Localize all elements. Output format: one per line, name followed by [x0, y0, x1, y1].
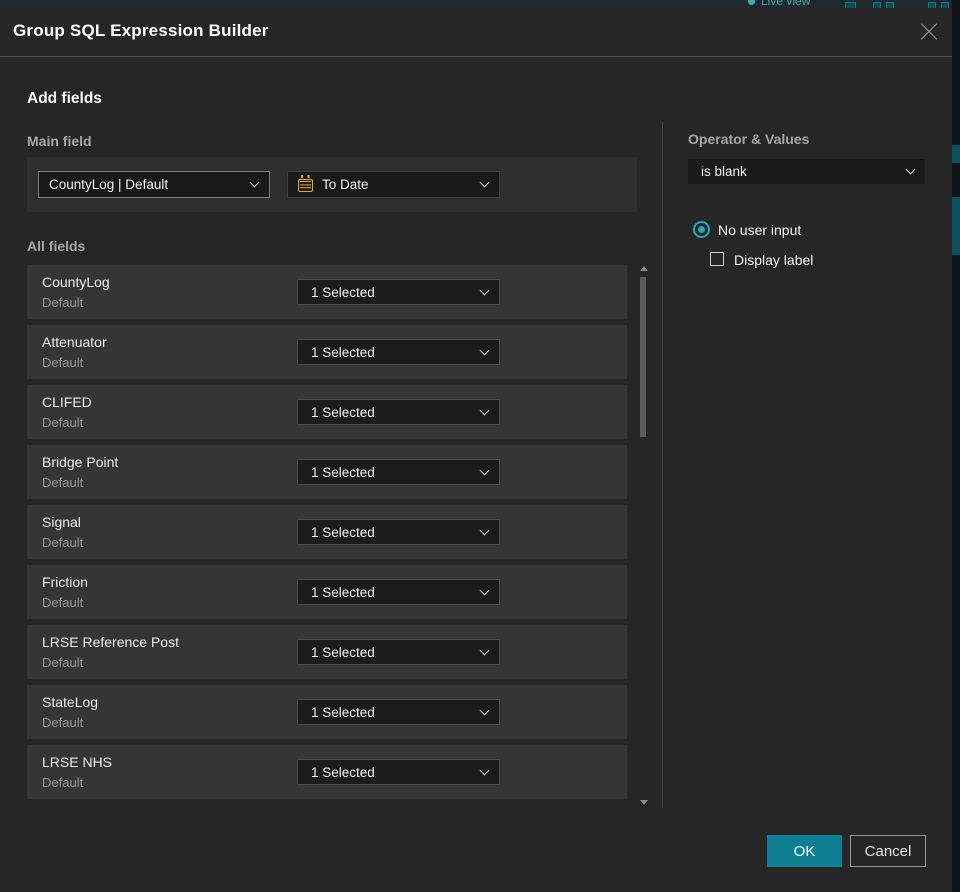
checkbox-icon — [710, 252, 724, 266]
close-button[interactable] — [919, 22, 939, 42]
field-subtitle: Default — [42, 535, 84, 550]
dialog-title-bar: Group SQL Expression Builder — [0, 8, 952, 57]
field-selection-dropdown[interactable]: 1 Selected — [297, 399, 500, 425]
close-icon — [919, 22, 939, 42]
dropdown-value: 1 Selected — [311, 404, 375, 420]
chevron-down-icon — [479, 465, 490, 475]
field-selection-dropdown[interactable]: 1 Selected — [297, 339, 500, 365]
field-row: Signal Default 1 Selected — [27, 505, 627, 559]
field-name: CLIFED — [42, 394, 92, 410]
live-view-label: Live view — [761, 0, 811, 8]
field-row: Friction Default 1 Selected — [27, 565, 627, 619]
chevron-down-icon — [249, 177, 260, 188]
field-row: CLIFED Default 1 Selected — [27, 385, 627, 439]
display-label-label: Display label — [734, 252, 814, 268]
field-selection-dropdown[interactable]: 1 Selected — [297, 759, 500, 785]
field-selection-dropdown[interactable]: 1 Selected — [297, 639, 500, 665]
cancel-button[interactable]: Cancel — [850, 835, 926, 867]
field-selection-dropdown[interactable]: 1 Selected — [297, 579, 500, 605]
field-selection-dropdown[interactable]: 1 Selected — [297, 279, 500, 305]
dropdown-value: 1 Selected — [311, 764, 375, 780]
dropdown-value: is blank — [701, 164, 747, 179]
field-subtitle: Default — [42, 475, 84, 490]
all-fields-list: CountyLog Default 1 Selected Attenuator … — [27, 265, 627, 805]
background-app-sliver — [952, 0, 960, 892]
operator-values-label: Operator & Values — [688, 131, 810, 147]
background-app-strip: Live view — [0, 0, 960, 8]
field-name: StateLog — [42, 694, 99, 710]
chevron-down-icon — [479, 705, 490, 715]
ok-button[interactable]: OK — [767, 835, 842, 867]
radio-selected-icon — [693, 221, 710, 238]
field-subtitle: Default — [42, 775, 84, 790]
field-subtitle: Default — [42, 715, 84, 730]
panel-divider — [662, 122, 663, 808]
calendar-icon — [298, 175, 313, 192]
dropdown-value: 1 Selected — [311, 584, 375, 600]
field-subtitle: Default — [42, 415, 84, 430]
field-row: CountyLog Default 1 Selected — [27, 265, 627, 319]
dialog-title: Group SQL Expression Builder — [13, 21, 269, 40]
chevron-down-icon — [479, 645, 490, 655]
chevron-down-icon — [479, 345, 490, 355]
live-indicator-icon — [748, 0, 755, 6]
field-name: Signal — [42, 514, 81, 530]
scrollbar — [638, 263, 650, 808]
chevron-down-icon — [479, 765, 490, 775]
operator-dropdown[interactable]: is blank — [687, 158, 926, 185]
chevron-down-icon — [479, 525, 490, 535]
all-fields-label: All fields — [27, 238, 86, 254]
field-name: Bridge Point — [42, 454, 119, 470]
dropdown-value: CountyLog | Default — [49, 177, 169, 192]
chevron-down-icon — [479, 177, 490, 188]
field-name: Attenuator — [42, 334, 107, 350]
main-field-container: CountyLog | Default To Date — [27, 157, 637, 212]
main-field-dropdown[interactable]: CountyLog | Default — [38, 171, 270, 198]
group-sql-expression-builder-dialog: Group SQL Expression Builder Add fields … — [0, 8, 952, 892]
chevron-down-icon — [479, 285, 490, 295]
chevron-down-icon — [905, 164, 916, 175]
field-name: CountyLog — [42, 274, 110, 290]
field-row: LRSE NHS Default 1 Selected — [27, 745, 627, 799]
live-view-toggle: Live view — [748, 0, 810, 8]
field-subtitle: Default — [42, 595, 84, 610]
dropdown-value: 1 Selected — [311, 524, 375, 540]
field-subtitle: Default — [42, 355, 84, 370]
dropdown-value: 1 Selected — [311, 344, 375, 360]
field-row: Attenuator Default 1 Selected — [27, 325, 627, 379]
background-fragment — [952, 145, 960, 163]
chevron-down-icon — [479, 405, 490, 415]
date-field-dropdown[interactable]: To Date — [287, 171, 500, 198]
field-name: Friction — [42, 574, 88, 590]
dropdown-value: 1 Selected — [311, 704, 375, 720]
field-selection-dropdown[interactable]: 1 Selected — [297, 519, 500, 545]
field-selection-dropdown[interactable]: 1 Selected — [297, 459, 500, 485]
add-fields-heading: Add fields — [27, 90, 102, 107]
field-row: LRSE Reference Post Default 1 Selected — [27, 625, 627, 679]
main-field-label: Main field — [27, 133, 92, 149]
field-name: LRSE NHS — [42, 754, 113, 770]
scrollbar-thumb[interactable] — [640, 277, 646, 437]
field-subtitle: Default — [42, 655, 84, 670]
chevron-down-icon — [479, 585, 490, 595]
dropdown-value: 1 Selected — [311, 284, 375, 300]
background-fragment — [952, 197, 960, 255]
dropdown-value: 1 Selected — [311, 644, 375, 660]
field-row: Bridge Point Default 1 Selected — [27, 445, 627, 499]
field-name: LRSE Reference Post — [42, 634, 179, 650]
dropdown-value: 1 Selected — [311, 464, 375, 480]
scrollbar-down-icon[interactable] — [640, 800, 648, 805]
field-selection-dropdown[interactable]: 1 Selected — [297, 699, 500, 725]
field-row: StateLog Default 1 Selected — [27, 685, 627, 739]
no-user-input-label: No user input — [718, 222, 802, 238]
field-subtitle: Default — [42, 295, 84, 310]
scrollbar-up-icon[interactable] — [640, 266, 648, 271]
dropdown-value: To Date — [322, 177, 369, 192]
